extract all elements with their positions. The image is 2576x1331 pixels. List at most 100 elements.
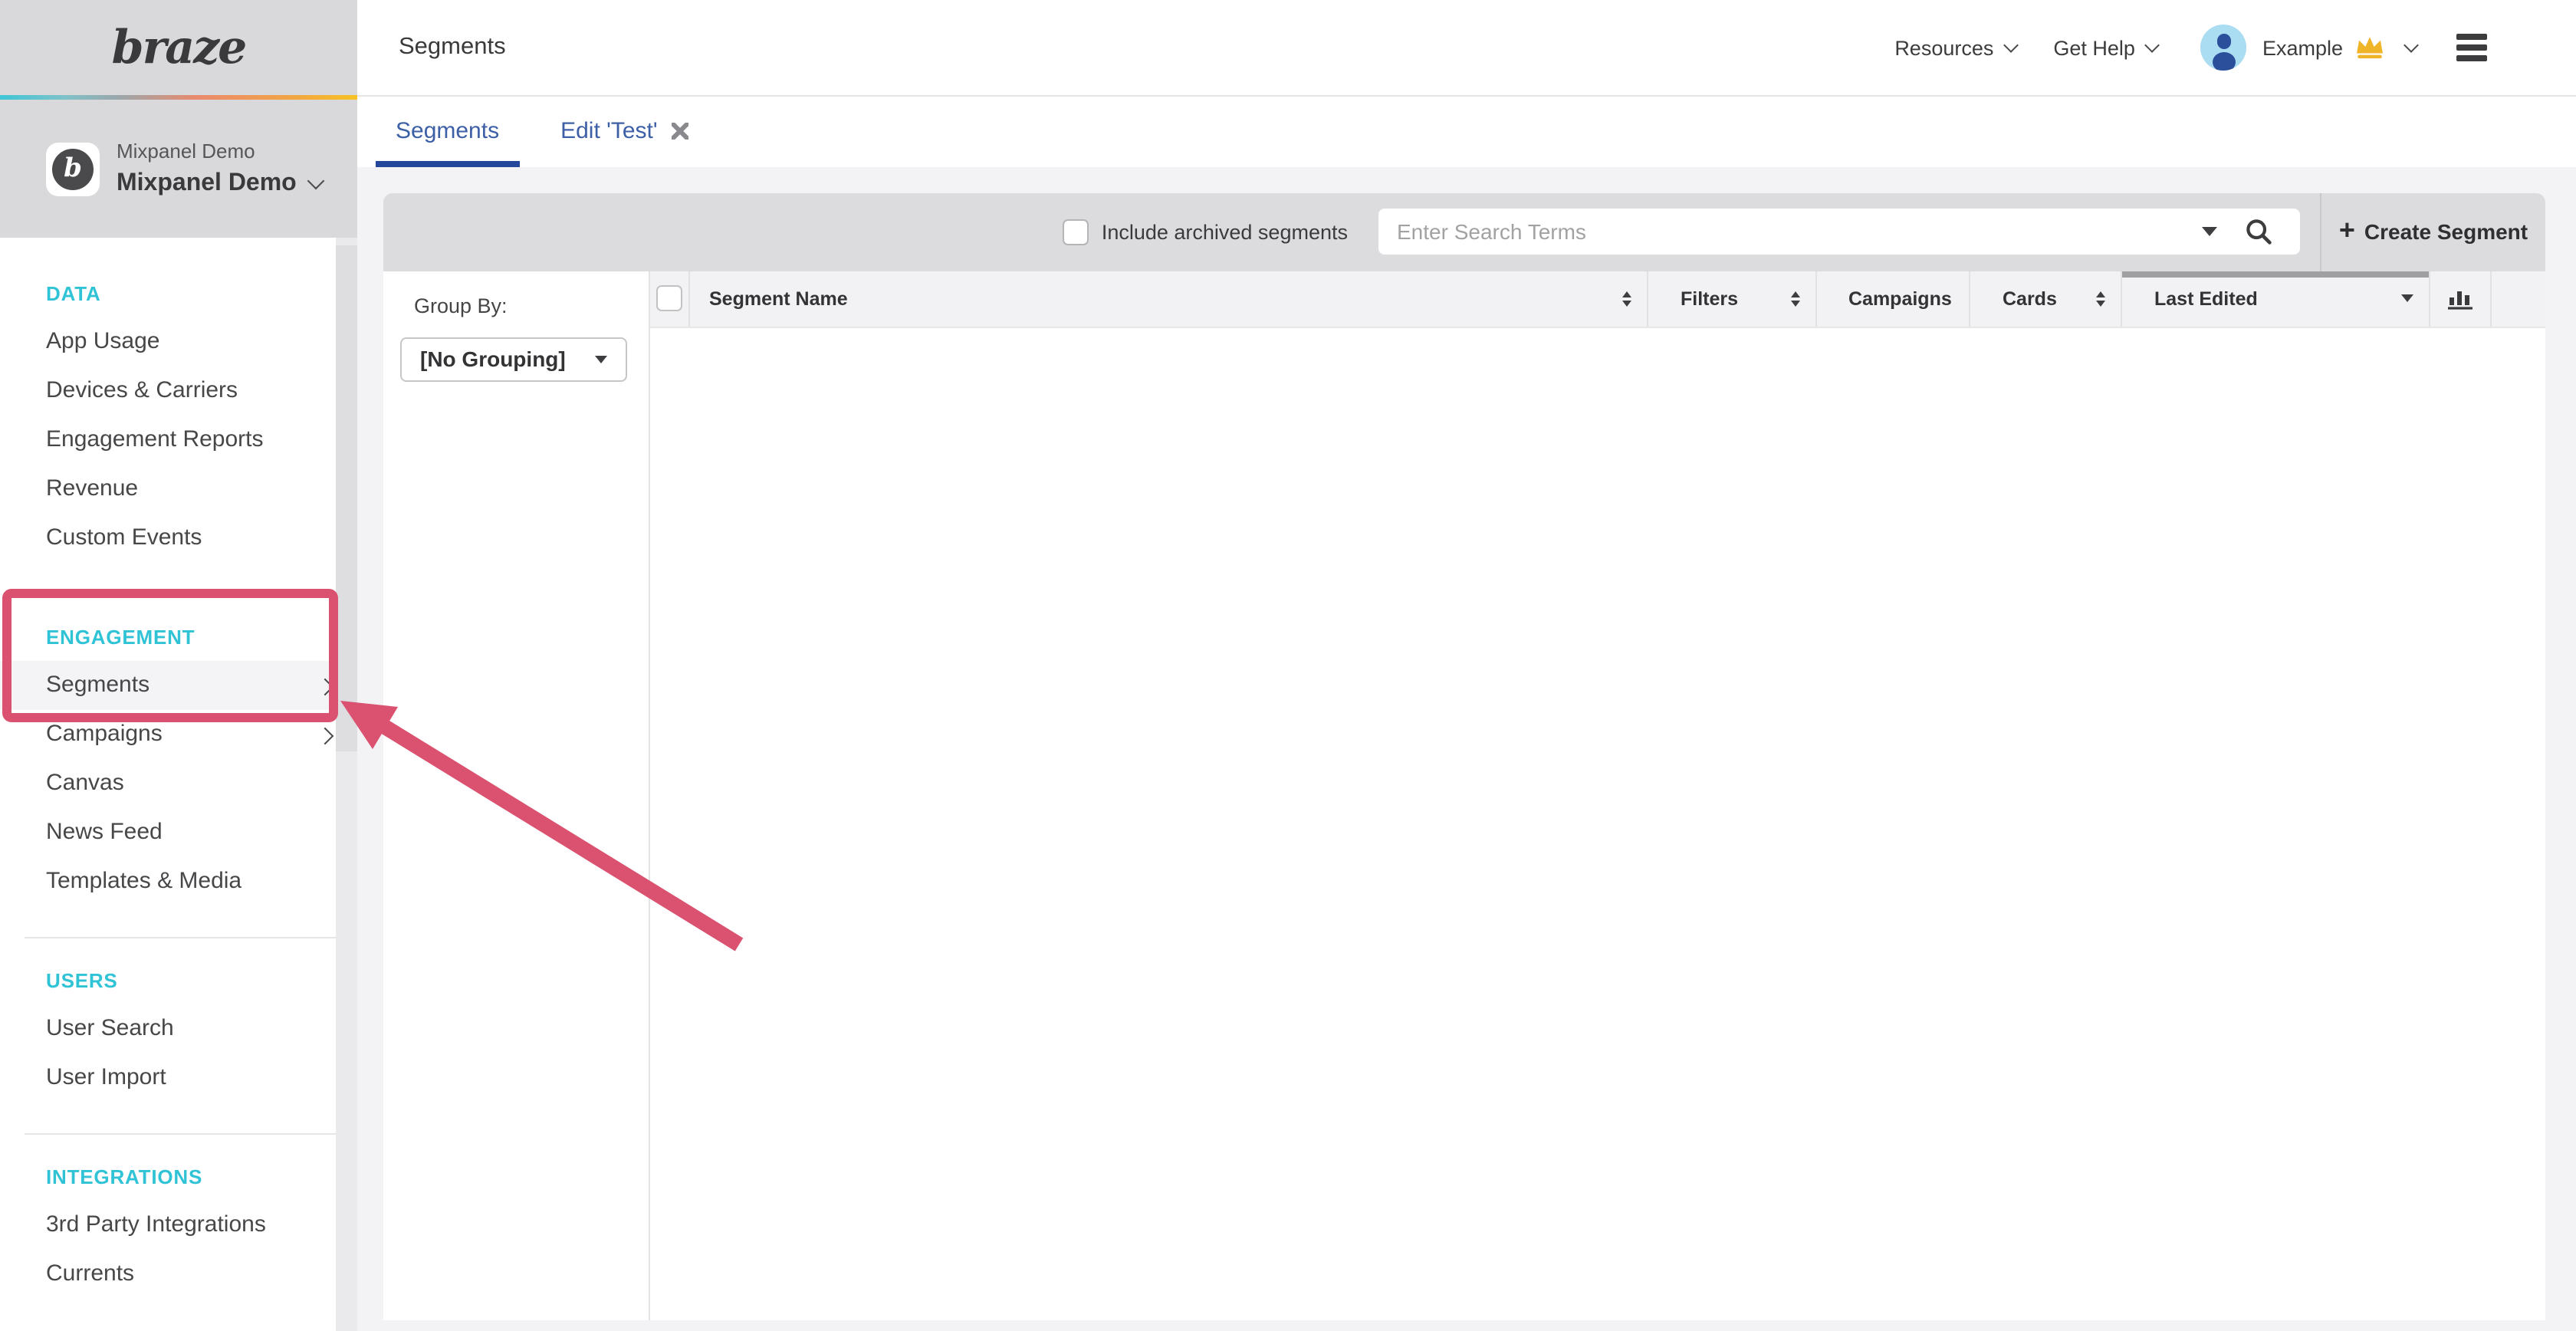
segment-search (1378, 209, 2300, 255)
tab-edit-test[interactable]: Edit 'Test' (540, 97, 708, 166)
sidebar-item-label: Templates & Media (46, 868, 242, 894)
workspace-name: Mixpanel Demo (117, 172, 297, 196)
table-header-row: Segment Name Filters Campaigns Cards (649, 271, 2545, 328)
sort-arrows-icon (1790, 291, 1799, 307)
user-avatar[interactable] (2201, 25, 2247, 71)
sidebar-item-segments[interactable]: Segments (0, 661, 357, 710)
magnifier-icon[interactable] (2245, 219, 2272, 254)
sidebar-item-label: 3rd Party Integrations (46, 1211, 266, 1237)
include-archived-label: Include archived segments (1102, 220, 1348, 243)
group-by-value: [No Grouping] (420, 347, 595, 371)
create-segment-button[interactable]: + Create Segment (2321, 192, 2545, 271)
column-label: Filters (1681, 288, 1790, 310)
sidebar-item-label: Revenue (46, 475, 138, 501)
segments-content: Include archived segments + Create Segme… (383, 192, 2545, 1320)
workspace-company-label: Mixpanel Demo (117, 141, 323, 161)
resources-menu[interactable]: Resources (1894, 36, 2016, 59)
sidebar-item-templates-media[interactable]: Templates & Media (0, 857, 357, 906)
chevron-down-icon (2404, 38, 2419, 53)
select-all-checkbox[interactable] (656, 286, 682, 312)
column-header-last-edited[interactable]: Last Edited (2121, 271, 2428, 327)
sidebar-item-label: Currents (46, 1260, 134, 1287)
sidebar-item-campaigns[interactable]: Campaigns (0, 710, 357, 759)
sort-arrows-icon (2096, 291, 2105, 307)
sidebar-section-users: USERS (0, 938, 357, 1004)
sidebar-nav: DATA App Usage Devices & Carriers Engage… (0, 238, 357, 1299)
braze-dashboard: braze b Mixpanel Demo Mixpanel Demo DATA… (0, 0, 2576, 1331)
close-icon[interactable] (672, 123, 688, 140)
tab-label: Segments (396, 119, 499, 145)
column-label: Last Edited (2154, 288, 2400, 310)
sidebar-item-label: Segments (46, 672, 150, 698)
include-archived-checkbox[interactable] (1063, 219, 1089, 245)
sidebar-scrollbar-thumb[interactable] (336, 245, 357, 751)
resources-label: Resources (1894, 36, 1993, 59)
workspace-avatar: b (46, 142, 100, 196)
sidebar-section-data: DATA (0, 238, 357, 317)
sidebar-item-currents[interactable]: Currents (0, 1250, 357, 1299)
workspace-selector[interactable]: b Mixpanel Demo Mixpanel Demo (0, 100, 357, 238)
caret-down-icon (2400, 295, 2413, 303)
select-all-cell (649, 271, 688, 327)
page-title: Segments (399, 34, 506, 61)
sidebar-item-label: App Usage (46, 328, 159, 354)
sidebar-item-revenue[interactable]: Revenue (0, 465, 357, 514)
column-header-campaigns[interactable]: Campaigns (1815, 271, 1969, 327)
sidebar-item-label: Devices & Carriers (46, 377, 238, 403)
chevron-down-icon (2145, 38, 2160, 53)
tab-segments[interactable]: Segments (376, 97, 519, 166)
tab-label: Edit 'Test' (560, 119, 658, 145)
get-help-menu[interactable]: Get Help (2053, 36, 2158, 59)
column-header-filters[interactable]: Filters (1647, 271, 1815, 327)
column-header-segment-name[interactable]: Segment Name (688, 271, 1647, 327)
sidebar-item-user-search[interactable]: User Search (0, 1004, 357, 1053)
column-label: Campaigns (1848, 288, 1953, 310)
group-by-select[interactable]: [No Grouping] (400, 337, 627, 381)
chevron-right-icon (317, 679, 334, 696)
sidebar-item-engagement-reports[interactable]: Engagement Reports (0, 416, 357, 465)
sidebar-section-integrations: INTEGRATIONS (0, 1135, 357, 1201)
caret-down-icon (595, 355, 607, 363)
get-help-label: Get Help (2053, 36, 2135, 59)
sidebar-item-label: Campaigns (46, 721, 163, 747)
column-header-analytics[interactable] (2428, 271, 2490, 327)
sidebar-item-canvas[interactable]: Canvas (0, 759, 357, 808)
column-header-cards[interactable]: Cards (1969, 271, 2121, 327)
person-icon (2216, 34, 2231, 48)
braze-logo[interactable]: braze (0, 0, 357, 95)
sidebar-scrollbar[interactable] (336, 238, 357, 1331)
sidebar-item-label: Engagement Reports (46, 426, 264, 452)
sidebar-item-user-import[interactable]: User Import (0, 1053, 357, 1103)
sidebar-item-app-usage[interactable]: App Usage (0, 317, 357, 366)
sidebar-item-label: News Feed (46, 819, 163, 845)
group-by-label: Group By: (414, 294, 648, 317)
column-label: Segment Name (709, 288, 1622, 310)
sidebar-item-news-feed[interactable]: News Feed (0, 808, 357, 857)
crown-icon (2355, 35, 2384, 60)
sidebar-item-3rd-party-integrations[interactable]: 3rd Party Integrations (0, 1201, 357, 1250)
sidebar-item-label: User Search (46, 1015, 174, 1041)
table-body-empty (649, 328, 2545, 1320)
sidebar-item-custom-events[interactable]: Custom Events (0, 514, 357, 563)
segments-table: Segment Name Filters Campaigns Cards (649, 271, 2545, 1320)
sidebar-item-label: Canvas (46, 770, 124, 796)
sidebar-item-devices-carriers[interactable]: Devices & Carriers (0, 366, 357, 416)
sidebar-item-label: User Import (46, 1064, 166, 1090)
workspace-avatar-letter: b (52, 148, 94, 189)
segments-toolbar: Include archived segments + Create Segme… (383, 192, 2545, 271)
search-dropdown-caret-icon[interactable] (2202, 228, 2217, 237)
topbar: Segments Resources Get Help Example (357, 0, 2576, 97)
column-header-spacer (2490, 271, 2545, 327)
braze-logo-text: braze (112, 21, 246, 74)
sidebar: braze b Mixpanel Demo Mixpanel Demo DATA… (0, 0, 357, 1331)
create-segment-label: Create Segment (2364, 219, 2528, 244)
group-by-panel: Group By: [No Grouping] (383, 271, 649, 1320)
account-name: Example (2262, 36, 2343, 59)
chevron-down-icon (2003, 38, 2019, 53)
hamburger-menu-icon[interactable] (2456, 34, 2487, 61)
chevron-down-icon (307, 173, 325, 190)
search-input[interactable] (1378, 209, 2300, 255)
account-menu[interactable]: Example (2262, 35, 2417, 60)
sidebar-section-engagement: ENGAGEMENT (0, 595, 357, 661)
chevron-right-icon (317, 728, 334, 745)
